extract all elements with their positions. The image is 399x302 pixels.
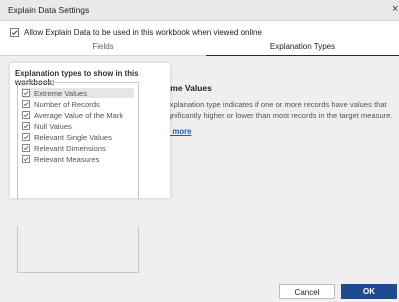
- tab-fields[interactable]: Fields: [0, 40, 206, 56]
- option-checkbox[interactable]: [22, 89, 30, 97]
- allow-explain-data-label: Allow Explain Data to be used in this wo…: [24, 27, 262, 37]
- option-null-values[interactable]: Null Values: [22, 121, 72, 131]
- options-list-lower-frame: [17, 226, 139, 273]
- detail-description: This explanation type indicates if one o…: [149, 100, 393, 120]
- option-label: Relevant Dimensions: [34, 143, 106, 153]
- option-checkbox[interactable]: [22, 133, 30, 141]
- checkmark-icon: [23, 135, 29, 140]
- option-average-value-of-mark[interactable]: Average Value of the Mark: [22, 110, 123, 120]
- checkmark-icon: [23, 113, 29, 118]
- allow-explain-data-checkbox[interactable]: [10, 27, 19, 37]
- explanation-detail-panel: Extreme Values This explanation type ind…: [140, 56, 399, 256]
- checkmark-icon: [11, 29, 18, 35]
- option-checkbox[interactable]: [22, 111, 30, 119]
- window-title: Explain Data Settings: [8, 5, 90, 15]
- tab-bar: Fields Explanation Types: [0, 40, 399, 57]
- checkmark-icon: [23, 102, 29, 107]
- option-label: Extreme Values: [34, 88, 88, 98]
- option-number-of-records[interactable]: Number of Records: [22, 99, 100, 109]
- option-relevant-single-values[interactable]: Relevant Single Values: [22, 132, 112, 142]
- tab-explanation-types[interactable]: Explanation Types: [206, 40, 399, 57]
- option-checkbox[interactable]: [22, 100, 30, 108]
- option-checkbox[interactable]: [22, 155, 30, 163]
- title-bar: Explain Data Settings ×: [0, 0, 399, 21]
- explanation-types-list: Extreme Values Number of Records Average…: [17, 82, 139, 199]
- option-relevant-measures[interactable]: Relevant Measures: [22, 154, 99, 164]
- cancel-button[interactable]: Cancel: [279, 284, 335, 299]
- option-checkbox[interactable]: [22, 144, 30, 152]
- option-label: Null Values: [34, 121, 72, 131]
- option-label: Number of Records: [34, 99, 100, 109]
- option-label: Average Value of the Mark: [34, 110, 124, 120]
- option-label: Relevant Measures: [34, 154, 100, 164]
- checkmark-icon: [23, 146, 29, 151]
- checkmark-icon: [23, 124, 29, 129]
- allow-explain-data-row[interactable]: Allow Explain Data to be used in this wo…: [10, 26, 262, 38]
- checkmark-icon: [23, 157, 29, 162]
- checkmark-icon: [23, 91, 29, 96]
- explanation-types-callout: Explanation types to show in this workbo…: [10, 63, 170, 199]
- option-checkbox[interactable]: [22, 122, 30, 130]
- option-relevant-dimensions[interactable]: Relevant Dimensions: [22, 143, 106, 153]
- option-extreme-values[interactable]: Extreme Values: [22, 88, 134, 98]
- explain-data-settings-dialog: Explain Data Settings × Allow Explain Da…: [0, 0, 399, 302]
- ok-button[interactable]: OK: [341, 284, 397, 299]
- close-icon[interactable]: ×: [392, 3, 398, 15]
- option-label: Relevant Single Values: [34, 132, 112, 142]
